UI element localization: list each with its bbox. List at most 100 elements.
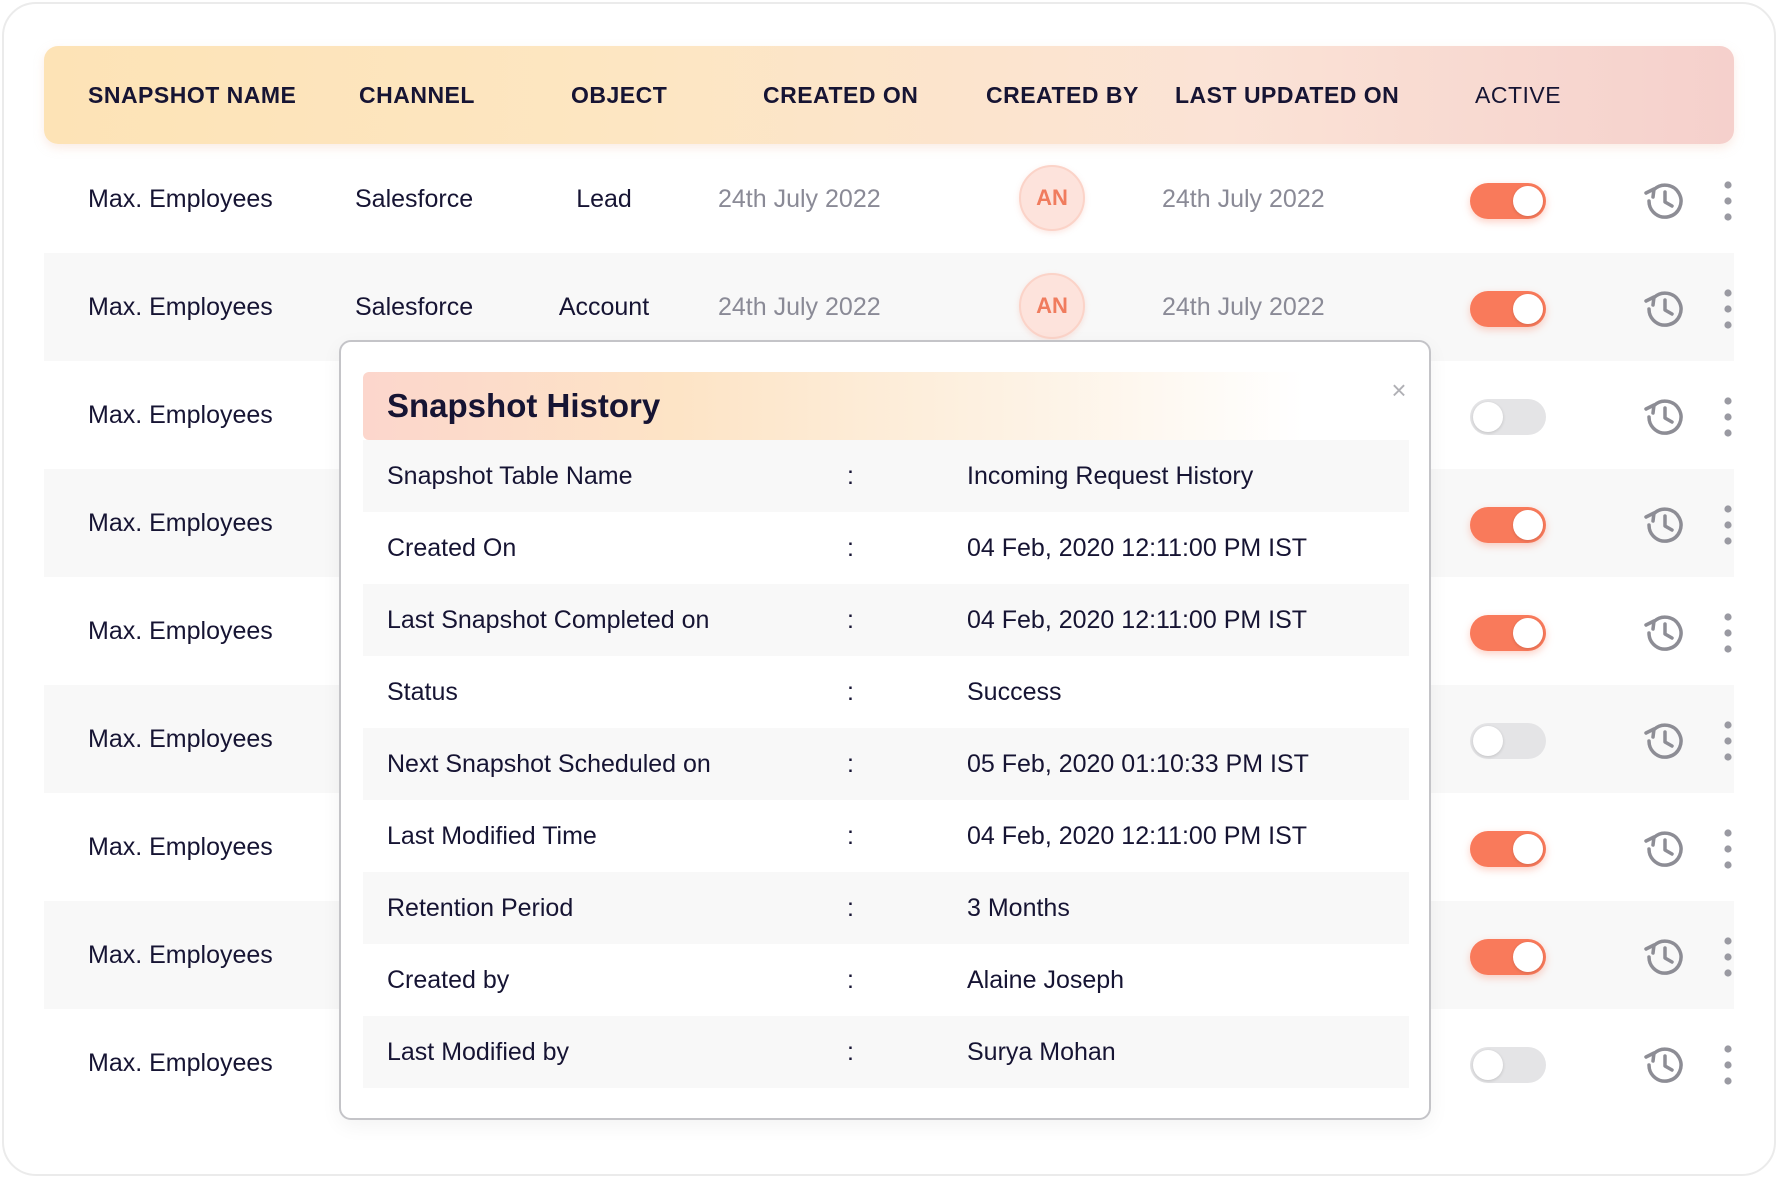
history-icon[interactable] bbox=[1641, 285, 1689, 333]
snapshot-name: Max. Employees bbox=[88, 293, 273, 321]
toggle-knob bbox=[1513, 618, 1543, 648]
detail-value: 05 Feb, 2020 01:10:33 PM IST bbox=[967, 750, 1309, 778]
detail-value: 04 Feb, 2020 12:11:00 PM IST bbox=[967, 534, 1308, 562]
close-icon[interactable]: × bbox=[1387, 377, 1411, 403]
history-icon[interactable] bbox=[1641, 177, 1689, 225]
active-toggle[interactable] bbox=[1470, 183, 1546, 219]
detail-value: 04 Feb, 2020 12:11:00 PM IST bbox=[967, 606, 1308, 634]
snapshot-name: Max. Employees bbox=[88, 833, 273, 861]
kebab-icon[interactable] bbox=[1721, 395, 1735, 439]
detail-row: Next Snapshot Scheduled on: 05 Feb, 2020 … bbox=[363, 728, 1409, 800]
toggle-knob bbox=[1513, 510, 1543, 540]
snapshot-name: Max. Employees bbox=[88, 725, 273, 753]
detail-row: Retention Period: 3 Months bbox=[363, 872, 1409, 944]
detail-separator: : bbox=[847, 678, 854, 706]
detail-separator: : bbox=[847, 822, 854, 850]
avatar: AN bbox=[1019, 273, 1085, 339]
detail-value: Success bbox=[967, 678, 1062, 706]
kebab-icon[interactable] bbox=[1721, 935, 1735, 979]
toggle-knob bbox=[1473, 1050, 1503, 1080]
active-toggle[interactable] bbox=[1470, 399, 1546, 435]
detail-value: 3 Months bbox=[967, 894, 1070, 922]
column-header-last-updated-on[interactable]: LAST UPDATED ON bbox=[1175, 46, 1399, 144]
active-toggle[interactable] bbox=[1470, 1047, 1546, 1083]
detail-row: Last Modified by: Surya Mohan bbox=[363, 1016, 1409, 1088]
toggle-knob bbox=[1473, 402, 1503, 432]
detail-label: Last Modified Time bbox=[387, 822, 597, 850]
detail-label: Created by bbox=[387, 966, 510, 994]
snapshot-history-modal: Snapshot History × Snapshot Table Name: I… bbox=[339, 340, 1431, 1120]
detail-separator: : bbox=[847, 966, 854, 994]
active-toggle[interactable] bbox=[1470, 831, 1546, 867]
history-icon[interactable] bbox=[1641, 501, 1689, 549]
detail-value: Incoming Request History bbox=[967, 462, 1254, 490]
snapshot-name: Max. Employees bbox=[88, 401, 273, 429]
toggle-knob bbox=[1513, 942, 1543, 972]
detail-row: Last Snapshot Completed on: 04 Feb, 2020 … bbox=[363, 584, 1409, 656]
detail-label: Retention Period bbox=[387, 894, 574, 922]
kebab-icon[interactable] bbox=[1721, 611, 1735, 655]
detail-value: Alaine Joseph bbox=[967, 966, 1125, 994]
detail-label: Last Modified by bbox=[387, 1038, 570, 1066]
modal-header: Snapshot History bbox=[363, 372, 1409, 440]
history-icon[interactable] bbox=[1641, 825, 1689, 873]
column-header-active: ACTIVE bbox=[1475, 82, 1562, 108]
avatar: AN bbox=[1019, 165, 1085, 231]
active-toggle[interactable] bbox=[1470, 615, 1546, 651]
active-toggle[interactable] bbox=[1470, 723, 1546, 759]
detail-row: Snapshot Table Name: Incoming Request His… bbox=[363, 440, 1409, 512]
toggle-knob bbox=[1513, 186, 1543, 216]
detail-row: Last Modified Time: 04 Feb, 2020 12:11:00… bbox=[363, 800, 1409, 872]
modal-title: Snapshot History bbox=[387, 387, 661, 424]
column-header-channel[interactable]: CHANNEL bbox=[359, 46, 475, 144]
toggle-knob bbox=[1513, 834, 1543, 864]
detail-separator: : bbox=[847, 462, 854, 490]
active-toggle[interactable] bbox=[1470, 291, 1546, 327]
snapshot-name: Max. Employees bbox=[88, 941, 273, 969]
kebab-icon[interactable] bbox=[1721, 1043, 1735, 1087]
kebab-icon[interactable] bbox=[1721, 179, 1735, 223]
snapshot-name: Max. Employees bbox=[88, 617, 273, 645]
object: Lead bbox=[576, 185, 632, 213]
kebab-icon[interactable] bbox=[1721, 287, 1735, 331]
detail-value: 04 Feb, 2020 12:11:00 PM IST bbox=[967, 822, 1308, 850]
detail-row: Created On: 04 Feb, 2020 12:11:00 PM IST bbox=[363, 512, 1409, 584]
snapshot-name: Max. Employees bbox=[88, 185, 273, 213]
detail-value: Surya Mohan bbox=[967, 1038, 1116, 1066]
active-toggle[interactable] bbox=[1470, 939, 1546, 975]
active-toggle[interactable] bbox=[1470, 507, 1546, 543]
channel: Salesforce bbox=[355, 185, 474, 213]
table-row[interactable]: Max. Employees Salesforce Lead 24th July 20… bbox=[44, 145, 1734, 253]
detail-row: Created by: Alaine Joseph bbox=[363, 944, 1409, 1016]
history-icon[interactable] bbox=[1641, 1041, 1689, 1089]
column-header-created-by[interactable]: CREATED BY bbox=[986, 46, 1139, 144]
last-updated-on: 24th July 2022 bbox=[1162, 185, 1325, 213]
history-icon[interactable] bbox=[1641, 609, 1689, 657]
column-header-created-on[interactable]: CREATED ON bbox=[763, 46, 918, 144]
detail-row: Status: Success bbox=[363, 656, 1409, 728]
toggle-knob bbox=[1513, 294, 1543, 324]
detail-separator: : bbox=[847, 1038, 854, 1066]
snapshot-name: Max. Employees bbox=[88, 1049, 273, 1077]
detail-label: Created On bbox=[387, 534, 517, 562]
detail-label: Snapshot Table Name bbox=[387, 462, 633, 490]
kebab-icon[interactable] bbox=[1721, 827, 1735, 871]
snapshot-name: Max. Employees bbox=[88, 509, 273, 537]
detail-separator: : bbox=[847, 534, 854, 562]
toggle-knob bbox=[1473, 726, 1503, 756]
kebab-icon[interactable] bbox=[1721, 719, 1735, 763]
kebab-icon[interactable] bbox=[1721, 503, 1735, 547]
column-header-snapshot-name[interactable]: SNAPSHOT NAME bbox=[88, 46, 296, 144]
detail-separator: : bbox=[847, 750, 854, 778]
history-icon[interactable] bbox=[1641, 933, 1689, 981]
history-icon[interactable] bbox=[1641, 393, 1689, 441]
table-header: SNAPSHOT NAME CHANNEL OBJECT CREATED ON … bbox=[44, 46, 1734, 144]
column-header-object[interactable]: OBJECT bbox=[571, 46, 667, 144]
detail-separator: : bbox=[847, 606, 854, 634]
detail-label: Last Snapshot Completed on bbox=[387, 606, 710, 634]
detail-label: Next Snapshot Scheduled on bbox=[387, 750, 711, 778]
history-icon[interactable] bbox=[1641, 717, 1689, 765]
created-on: 24th July 2022 bbox=[718, 185, 881, 213]
detail-separator: : bbox=[847, 894, 854, 922]
detail-label: Status bbox=[387, 678, 458, 706]
